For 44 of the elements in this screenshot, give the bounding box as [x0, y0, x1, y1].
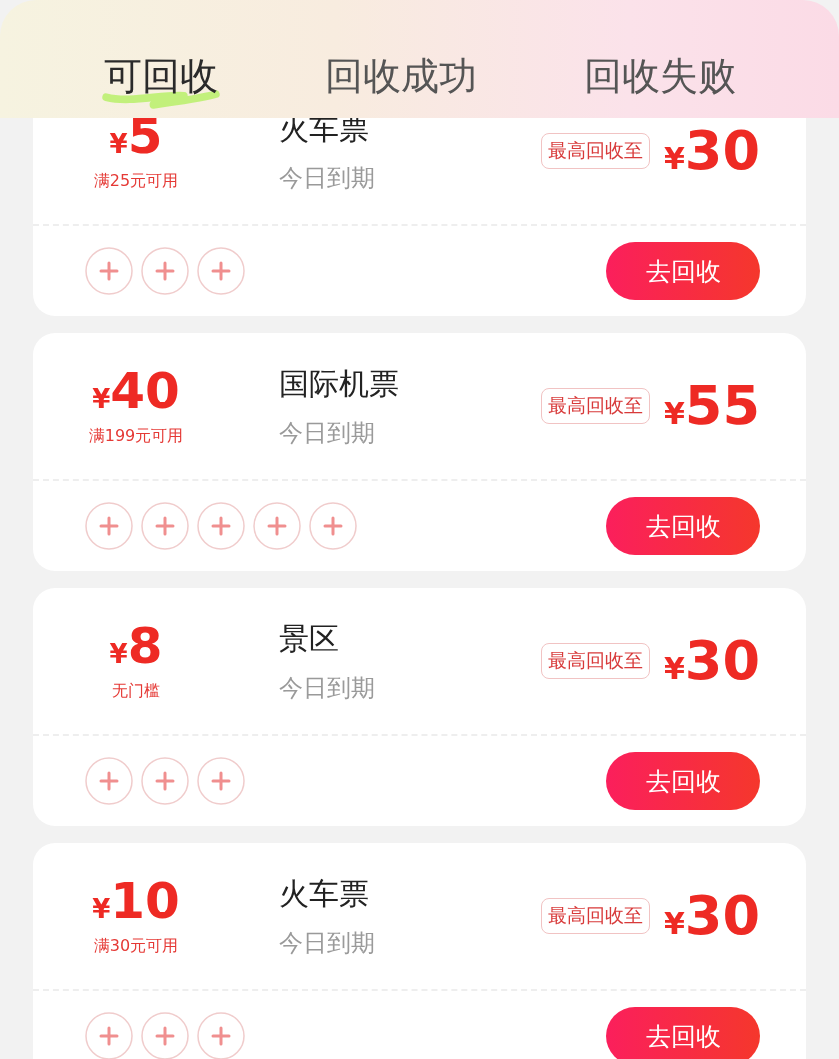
- max-amount: ¥55: [663, 379, 760, 433]
- coupon-title: 景区: [279, 619, 340, 658]
- max-amount: ¥30: [663, 889, 760, 943]
- coupon-condition: 满30元可用: [93, 935, 179, 957]
- add-icon[interactable]: [85, 247, 133, 295]
- max-recycle-tag: 最高回收至: [540, 133, 650, 169]
- add-icon[interactable]: [141, 502, 189, 550]
- add-icon[interactable]: [85, 1012, 133, 1059]
- add-icon[interactable]: [85, 502, 133, 550]
- coupon-amount: ¥8: [109, 620, 163, 671]
- max-recycle-tag: 最高回收至: [540, 643, 650, 679]
- coupon-title: 火车票: [279, 874, 370, 913]
- add-icon[interactable]: [197, 757, 245, 805]
- recycle-button[interactable]: 去回收: [606, 1007, 760, 1059]
- coupon-condition: 无门槛: [112, 680, 160, 702]
- coupon-amount: ¥5: [109, 110, 163, 161]
- recycle-button[interactable]: 去回收: [606, 242, 760, 300]
- max-recycle-tag: 最高回收至: [540, 388, 650, 424]
- coupon-amount: ¥40: [92, 365, 180, 416]
- expiry-text: 今日到期: [279, 927, 376, 959]
- add-icon[interactable]: [309, 502, 357, 550]
- max-amount: ¥30: [663, 124, 760, 178]
- tab[interactable]: 可回收: [99, 54, 222, 112]
- tab[interactable]: 回收成功: [320, 54, 481, 112]
- max-amount: ¥30: [663, 634, 760, 688]
- add-icon[interactable]: [141, 1012, 189, 1059]
- coupon-condition: 满25元可用: [93, 170, 179, 192]
- add-icon[interactable]: [253, 502, 301, 550]
- add-icon[interactable]: [197, 502, 245, 550]
- coupon-amount: ¥10: [92, 875, 180, 926]
- coupon-title: 国际机票: [279, 364, 400, 403]
- recycle-button[interactable]: 去回收: [606, 752, 760, 810]
- recycle-button[interactable]: 去回收: [606, 497, 760, 555]
- tab[interactable]: 回收失败: [579, 54, 740, 112]
- coupon-condition: 满199元可用: [88, 425, 184, 447]
- expiry-text: 今日到期: [279, 672, 376, 704]
- add-icon[interactable]: [197, 1012, 245, 1059]
- expiry-text: 今日到期: [279, 417, 376, 449]
- max-recycle-tag: 最高回收至: [540, 898, 650, 934]
- add-icon[interactable]: [141, 757, 189, 805]
- add-icon[interactable]: [85, 757, 133, 805]
- add-icon[interactable]: [197, 247, 245, 295]
- expiry-text: 今日到期: [279, 162, 376, 194]
- add-icon[interactable]: [141, 247, 189, 295]
